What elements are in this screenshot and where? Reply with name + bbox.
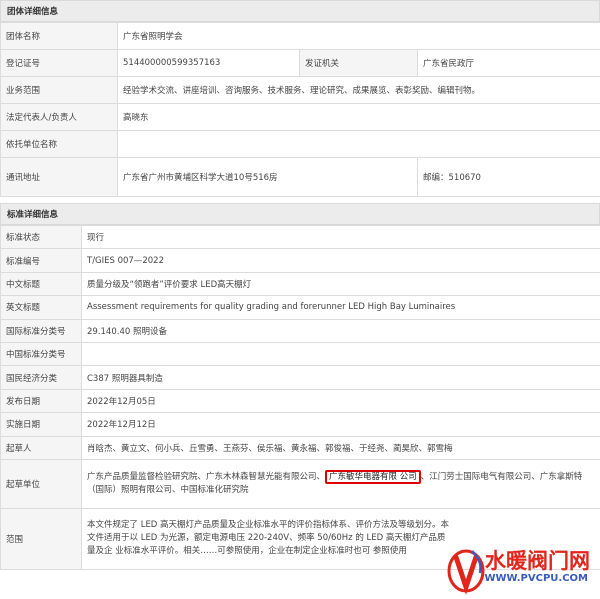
field-value: 质量分级及“领跑者”评价要求 LED高天棚灯 (81, 271, 600, 297)
field-value: 2022年12月05日 (81, 388, 600, 414)
field-label: 起草人 (0, 435, 82, 460)
field-value: 29.140.40 照明设备 (81, 318, 600, 343)
standard-section: 标准详细信息 标准状态 现行 标准编号 T/GIES 007—2022 中文标题 质量… (0, 203, 600, 570)
field-label: 实施日期 (0, 412, 82, 437)
drafting-units-value: 广东产品质量监督检验研究院、广东木林森智慧光能有限公司、 广东敏华电器有限 公司、… (81, 458, 600, 509)
table-row: 团体名称 广东省照明学会 (0, 22, 600, 50)
watermark-url: WWW.PVCPU.COM (484, 573, 588, 584)
field-label: 依托单位名称 (0, 130, 118, 158)
org-section-title: 团体详细信息 (0, 0, 600, 22)
table-row: 起草单位 广东产品质量监督检验研究院、广东木林森智慧光能有限公司、 广东敏华电器有… (0, 458, 600, 509)
field-label: 国际标准分类号 (0, 318, 82, 343)
field-label: 标准编号 (0, 248, 82, 273)
field-value (81, 341, 600, 367)
table-row: 标准状态 现行 (0, 224, 600, 250)
field-value: T/GIES 007—2022 (81, 248, 600, 273)
field-label: 登记证号 (0, 49, 118, 77)
field-label: 业务范围 (0, 76, 118, 104)
field-value: Assessment requirements for quality grad… (81, 295, 600, 320)
field-value: 高晓东 (116, 103, 600, 131)
field-value: 肖晗杰、黄立文、何小兵、丘雪勇、王燕芬、侯乐福、黄永福、郭俊福、于经尧、蔺昊欣、… (81, 435, 600, 460)
table-row: 中国标准分类号 (0, 341, 600, 367)
field-label: 范围 (0, 507, 82, 570)
table-row: 法定代表人/负责人 高晓东 (0, 103, 600, 131)
table-row: 起草人 肖晗杰、黄立文、何小兵、丘雪勇、王燕芬、侯乐福、黄永福、郭俊福、于经尧、蔺… (0, 435, 600, 460)
field-label: 发证机关 (299, 49, 418, 77)
field-label: 英文标题 (0, 295, 82, 320)
table-row: 国民经济分类 C387 照明器具制造 (0, 365, 600, 390)
field-label: 标准状态 (0, 224, 82, 250)
field-value: C387 照明器具制造 (81, 365, 600, 390)
field-label: 中国标准分类号 (0, 341, 82, 367)
drafting-units-text: 广东产品质量监督检验研究院、广东木林森智慧光能有限公司、 (87, 471, 326, 482)
standard-table: 标准状态 现行 标准编号 T/GIES 007—2022 中文标题 质量分级及“领跑者… (0, 224, 600, 570)
field-value: 2022年12月12日 (81, 412, 600, 437)
table-row: 业务范围 经验学术交流、讲座培训、咨询服务、技术服务、理论研究、成果展览、表彰奖… (0, 76, 600, 104)
field-value: 广东省民政厅 (416, 49, 600, 77)
standard-section-title: 标准详细信息 (0, 203, 600, 225)
field-label: 中文标题 (0, 271, 82, 297)
watermark: 水暖阀门网 WWW.PVCPU.COM (446, 539, 596, 599)
field-label: 发布日期 (0, 388, 82, 414)
field-value: 广东省广州市黄埔区科学大道10号516房 (117, 157, 418, 197)
table-row: 登记证号 514400000599357163 发证机关 广东省民政厅 (0, 49, 600, 77)
field-label: 法定代表人/负责人 (0, 103, 118, 131)
postcode-value: 邮编：510670 (416, 157, 600, 197)
table-row: 国际标准分类号 29.140.40 照明设备 (0, 318, 600, 343)
table-row: 通讯地址 广东省广州市黄埔区科学大道10号516房 邮编：510670 (0, 157, 600, 197)
field-value (116, 130, 600, 158)
org-section: 团体详细信息 团体名称 广东省照明学会 登记证号 514400000599357… (0, 0, 600, 197)
table-row: 中文标题 质量分级及“领跑者”评价要求 LED高天棚灯 (0, 271, 600, 297)
watermark-text: 水暖阀门网 (485, 549, 590, 573)
org-table: 团体名称 广东省照明学会 登记证号 514400000599357163 发证机… (0, 22, 600, 197)
field-label: 通讯地址 (0, 157, 118, 197)
table-row: 实施日期 2022年12月12日 (0, 412, 600, 437)
field-value: 514400000599357163 (117, 49, 300, 77)
table-row: 标准编号 T/GIES 007—2022 (0, 248, 600, 273)
table-row: 发布日期 2022年12月05日 (0, 388, 600, 414)
field-label: 起草单位 (0, 458, 82, 509)
field-value: 广东省照明学会 (116, 22, 600, 50)
table-row: 英文标题 Assessment requirements for quality … (0, 295, 600, 320)
table-row: 依托单位名称 (0, 130, 600, 158)
field-value: 经验学术交流、讲座培训、咨询服务、技术服务、理论研究、成果展览、表彰奖励、编辑刊… (116, 76, 600, 104)
field-label: 团体名称 (0, 22, 118, 50)
watermark-logo-icon (446, 543, 486, 598)
field-label: 国民经济分类 (0, 365, 82, 390)
highlighted-company: 广东敏华电器有限 公司 (325, 469, 421, 484)
field-value: 现行 (81, 224, 600, 250)
